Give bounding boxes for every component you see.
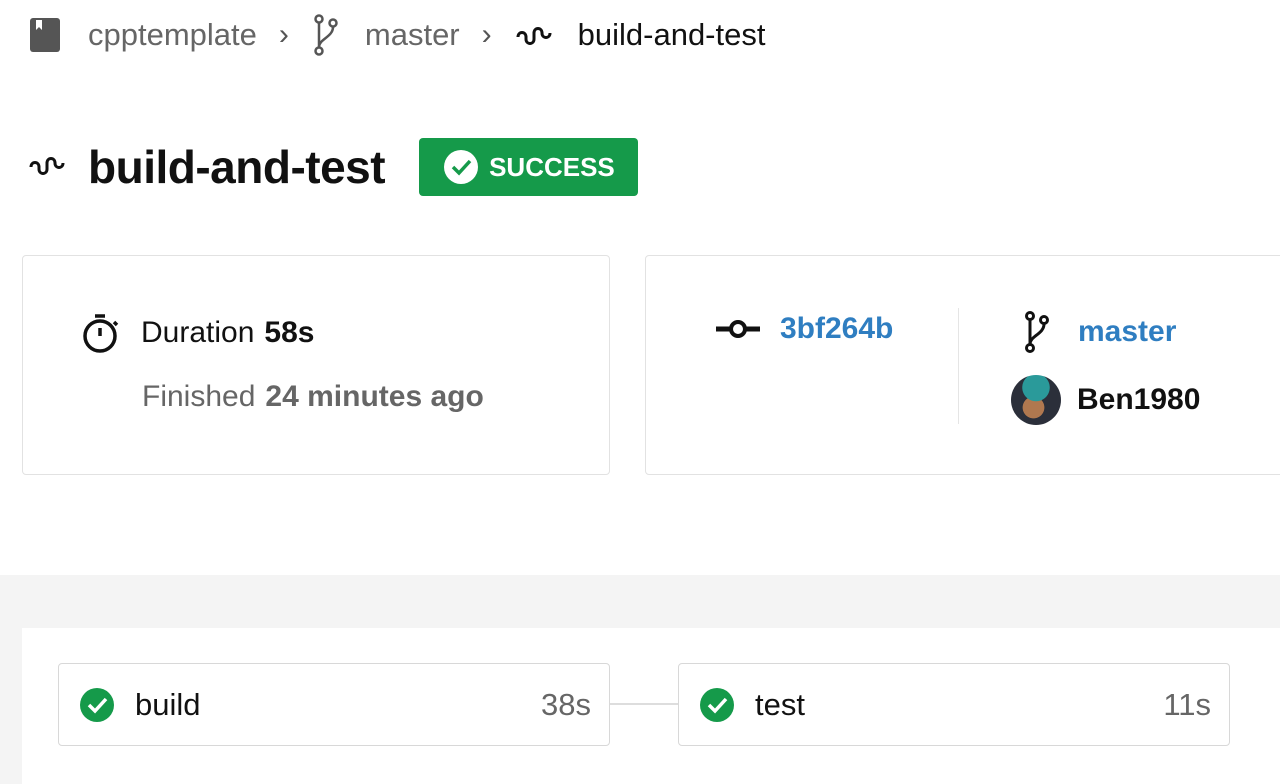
pipeline-icon (26, 153, 70, 182)
commit-card: 3bf264b master Ben1980 (645, 255, 1280, 475)
check-circle-icon (80, 687, 114, 722)
breadcrumb: cpptemplate › master › build-and-test (28, 14, 765, 56)
branch-link[interactable]: master (1078, 315, 1176, 349)
author-name[interactable]: Ben1980 (1077, 383, 1200, 417)
finished-label: Finished (142, 380, 256, 413)
duration-card: Duration 58s Finished 24 minutes ago (22, 255, 610, 475)
status-badge: SUCCESS (419, 138, 639, 196)
chevron-right-icon: › (481, 18, 492, 51)
branch-icon (1025, 311, 1049, 353)
commit-sha-link[interactable]: 3bf264b (780, 312, 893, 346)
check-circle-icon (444, 150, 479, 184)
step-test[interactable]: test 11s (678, 663, 1230, 746)
chevron-right-icon: › (278, 18, 289, 51)
breadcrumb-pipeline: build-and-test (577, 17, 766, 52)
page-title: build-and-test (88, 141, 386, 193)
status-text: SUCCESS (489, 151, 615, 182)
step-name: test (755, 686, 805, 722)
avatar (1011, 375, 1061, 425)
branch-icon (311, 13, 341, 57)
step-build[interactable]: build 38s (58, 663, 610, 746)
duration-label: Duration (141, 316, 255, 349)
breadcrumb-repo[interactable]: cpptemplate (88, 17, 257, 53)
step-duration: 38s (541, 686, 591, 722)
step-connector (609, 703, 679, 705)
commit-icon (716, 320, 760, 338)
breadcrumb-branch[interactable]: master (365, 17, 460, 53)
check-circle-icon (700, 687, 734, 722)
finished-value: 24 minutes ago (265, 380, 484, 413)
page-header: build-and-test SUCCESS (26, 138, 639, 196)
timer-icon (83, 314, 119, 353)
step-duration: 11s (1163, 686, 1211, 722)
repo-icon (28, 17, 62, 53)
pipeline-icon (514, 23, 556, 47)
duration-value: 58s (264, 316, 315, 349)
step-name: build (135, 686, 201, 722)
divider (958, 308, 959, 424)
